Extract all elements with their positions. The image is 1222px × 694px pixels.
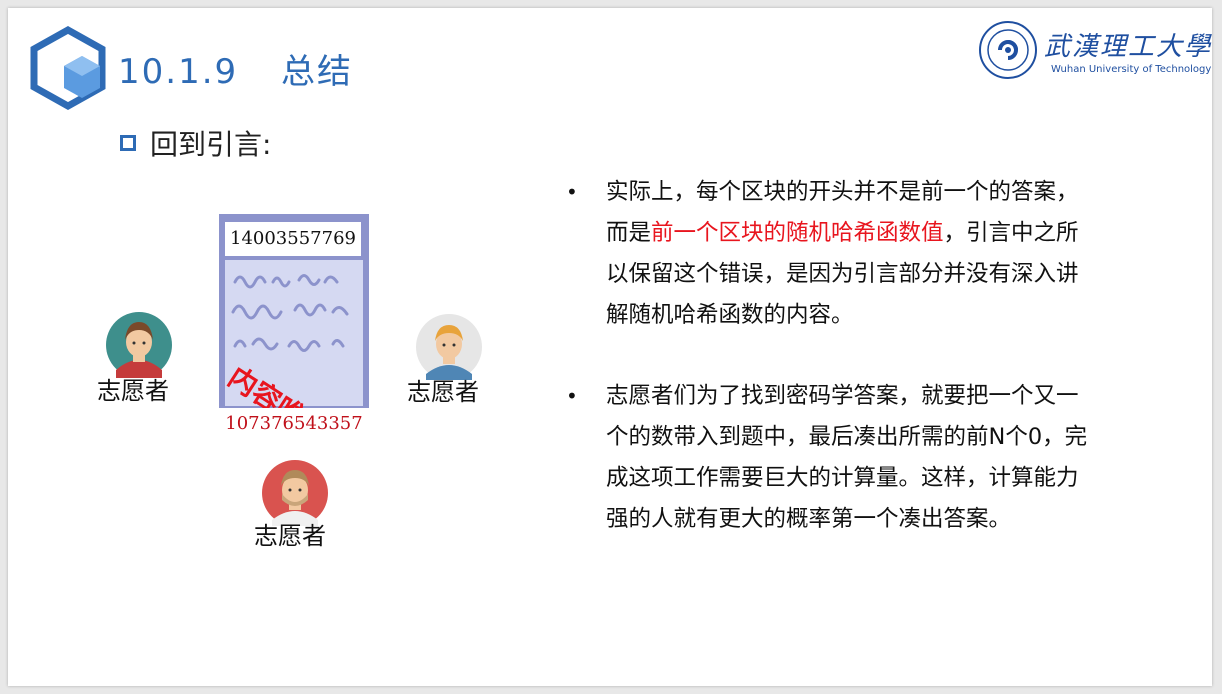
subheading: 回到引言: [120,123,271,163]
university-logo: 武漢理工大學 Wuhan University of Technology [978,20,1211,82]
volunteer-label-bottom: 志愿者 [254,522,326,550]
bullet-list: • 实际上，每个区块的开头并不是前一个的答案，而是前一个区块的随机哈希函数值，引… [566,172,1096,540]
university-name-en: Wuhan University of Technology [1051,64,1212,75]
card-top-number: 14003557769 [225,222,361,256]
volunteer-label-left: 志愿者 [97,377,169,405]
bullet-item: • 志愿者们为了找到密码学答案，就要把一个又一个的数带入到题中，最后凑出所需的前… [566,376,1096,540]
hexagon-logo-icon [30,26,106,110]
bullet-text: 志愿者们为了找到密码学答案，就要把一个又一个的数带入到题中，最后凑出所需的前N个… [606,383,1088,532]
bullet-item: • 实际上，每个区块的开头并不是前一个的答案，而是前一个区块的随机哈希函数值，引… [566,172,1096,336]
card-scribble-area: 内容唯一 [222,260,363,449]
university-seal-icon [979,21,1037,79]
slide: 10.1.9 总结 武漢理工大學 Wuhan University of Tec… [8,8,1212,686]
bullet-dot-icon: • [566,384,578,408]
title-text: 总结 [280,52,353,92]
volunteer-avatar-icon [416,314,482,380]
bullet-highlight: 前一个区块的随机哈希函数值 [651,220,944,246]
subheading-text: 回到引言: [150,128,272,161]
bullet-dot-icon: • [566,180,578,204]
block-card: 14003557769 内容唯一 107376543357 [219,214,369,449]
volunteer-avatar-icon [106,312,172,378]
page-title: 10.1.9 总结 [118,44,353,93]
section-number: 10.1.9 [118,52,239,92]
volunteer-label-right: 志愿者 [407,378,479,406]
square-bullet-icon [120,135,136,151]
university-name-cn: 武漢理工大學 [1044,32,1212,62]
card-bottom-number: 107376543357 [219,408,369,440]
